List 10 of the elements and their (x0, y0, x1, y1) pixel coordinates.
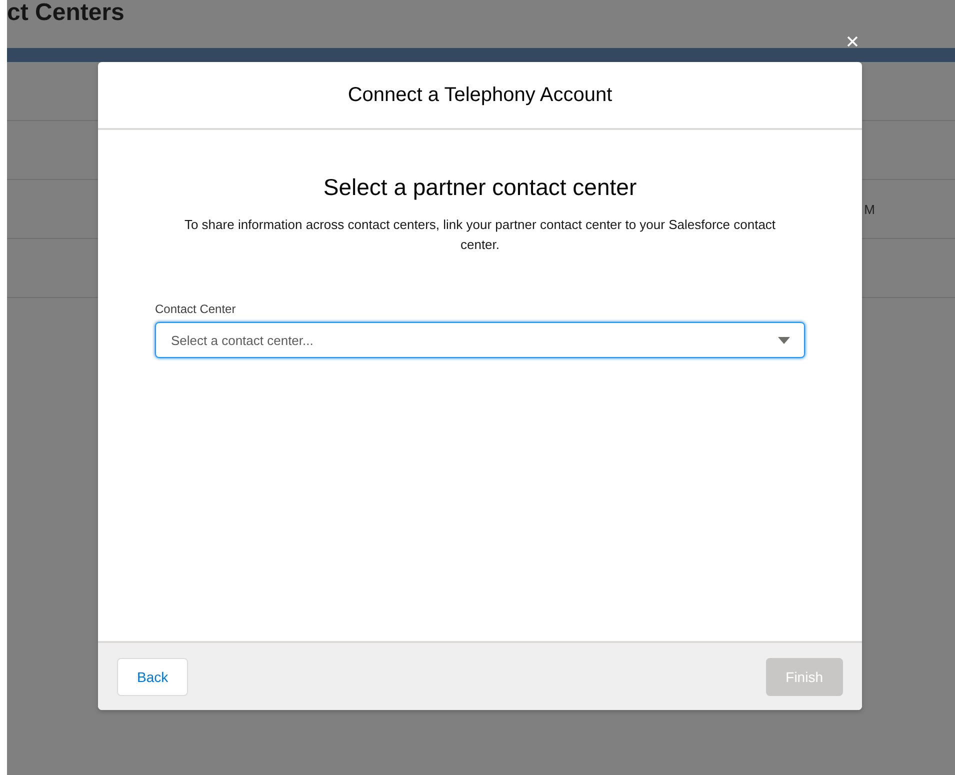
caret-icon (778, 336, 790, 344)
modal-title: Connect a Telephony Account (348, 84, 612, 106)
description-text: To share information across contact centers, link your partner contact center to your Salesforce contact center. (183, 216, 777, 254)
back-button[interactable]: Back (117, 658, 188, 696)
section-heading: Select a partner contact center (323, 174, 637, 201)
page-title: ct Centers (7, 0, 126, 26)
contact-center-select[interactable]: Select a contact center... (155, 322, 805, 358)
field-label: Contact Center (155, 302, 237, 316)
close-icon (846, 36, 858, 46)
table-cell: M (864, 202, 875, 216)
